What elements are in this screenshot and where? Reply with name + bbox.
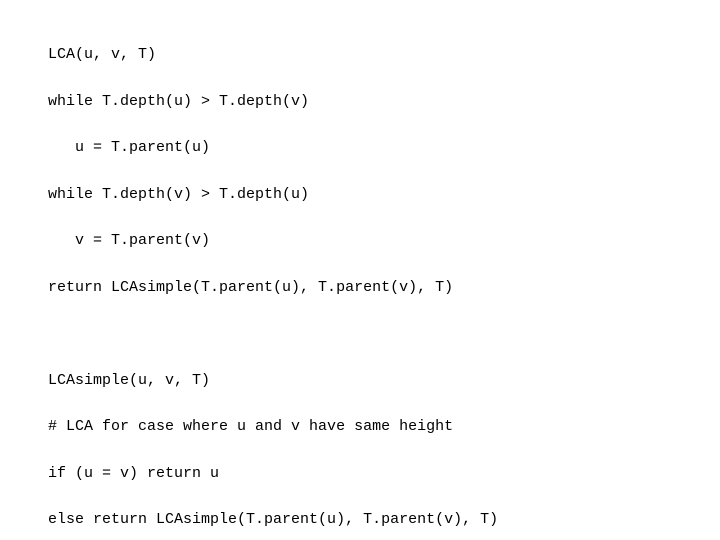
code-line-3: u = T.parent(u) [48, 139, 210, 156]
code-line-blank [48, 325, 57, 342]
code-line-4: while T.depth(v) > T.depth(u) [48, 186, 309, 203]
code-line-8: # LCA for case where u and v have same h… [48, 418, 453, 435]
code-line-10: else return LCAsimple(T.parent(u), T.par… [48, 511, 498, 528]
code-line-9: if (u = v) return u [48, 465, 219, 482]
code-line-6: return LCAsimple(T.parent(u), T.parent(v… [48, 279, 453, 296]
code-line-1: LCA(u, v, T) [48, 46, 156, 63]
code-display: LCA(u, v, T) while T.depth(u) > T.depth(… [30, 20, 498, 532]
code-line-7: LCAsimple(u, v, T) [48, 372, 210, 389]
code-line-2: while T.depth(u) > T.depth(v) [48, 93, 309, 110]
code-line-5: v = T.parent(v) [48, 232, 210, 249]
